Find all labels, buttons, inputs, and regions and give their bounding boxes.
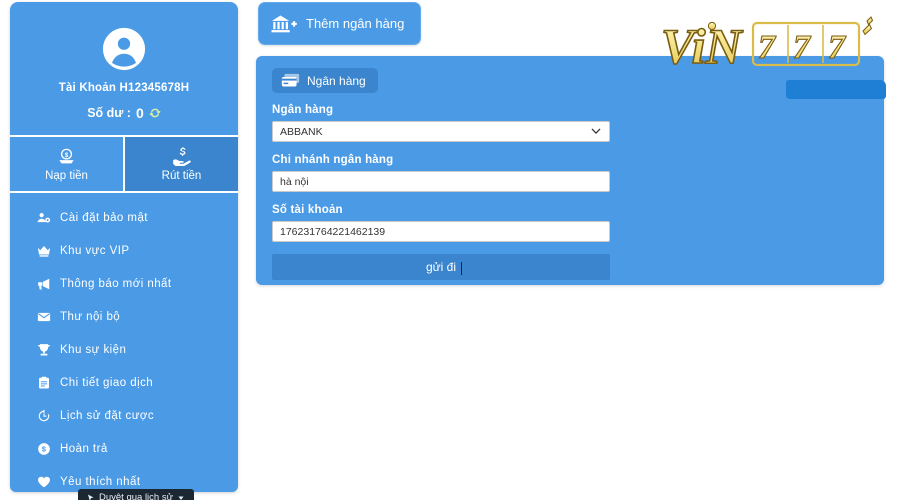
user-circle-icon (101, 26, 147, 72)
svg-text:7: 7 (758, 29, 777, 66)
refresh-icon[interactable] (149, 107, 161, 119)
redaction-smudge (786, 80, 886, 99)
branch-field-label: Chi nhánh ngân hàng (272, 154, 394, 166)
sidebar-item-bet-history[interactable]: Lịch sử đặt cược (10, 399, 238, 432)
account-number-input[interactable] (272, 221, 610, 242)
bank-select-wrap: ABBANK (272, 121, 868, 142)
sidebar-item-label: Khu vực VIP (60, 244, 130, 257)
sidebar-item-rebate[interactable]: $ Hoàn trả (10, 432, 238, 465)
bank-select[interactable]: ABBANK (272, 121, 610, 142)
account-name: Tài Khoản H12345678H (58, 82, 190, 94)
sidebar-item-transactions[interactable]: Chi tiết giao dịch (10, 366, 238, 399)
sidebar-item-favorites[interactable]: Yêu thích nhất (10, 465, 238, 492)
svg-text:7: 7 (793, 29, 812, 66)
megaphone-icon (36, 277, 51, 291)
sidebar-item-vip[interactable]: Khu vực VIP (10, 234, 238, 267)
sidebar-item-announcements[interactable]: Thông báo mới nhất (10, 267, 238, 300)
balance-row: Số dư : 0 (20, 105, 228, 121)
credit-card-icon (281, 73, 300, 88)
text-caret (461, 262, 462, 275)
sidebar-menu: Cài đặt bảo mật Khu vực VIP Thông báo mớ… (10, 193, 238, 492)
trophy-icon (36, 343, 51, 357)
sidebar-item-label: Chi tiết giao dịch (60, 376, 154, 389)
user-shield-icon (36, 211, 51, 225)
balance-value: 0 (135, 105, 144, 121)
history-tooltip-label: Duyệt qua lịch sử (99, 492, 173, 500)
balance-label: Số dư : (87, 106, 131, 120)
tab-deposit[interactable]: $ Nạp tiền (10, 137, 123, 191)
profile-section: Tài Khoản H12345678H Số dư : 0 (10, 2, 238, 135)
page-root: Tài Khoản H12345678H Số dư : 0 $ Nạp tiề… (0, 0, 900, 500)
envelope-icon (36, 310, 51, 324)
sidebar-item-inbox[interactable]: Thư nội bộ (10, 300, 238, 333)
wallet-tabs: $ Nạp tiền Rút tiền (10, 135, 238, 193)
history-tooltip: Duyệt qua lịch sử (78, 489, 194, 500)
svg-text:7: 7 (828, 29, 847, 66)
tab-withdraw[interactable]: Rút tiền (123, 137, 238, 191)
add-bank-label: Thêm ngân hàng (306, 16, 405, 31)
svg-text:$: $ (41, 444, 46, 453)
bank-badge-label: Ngân hàng (307, 73, 366, 88)
bank-field-label: Ngân hàng (272, 104, 334, 116)
crown-icon (36, 244, 51, 258)
add-bank-button[interactable]: Thêm ngân hàng (258, 2, 422, 45)
mouse-pointer-icon (87, 494, 95, 500)
sidebar-item-label: Hoàn trả (60, 442, 108, 455)
dollar-circle-icon: $ (36, 442, 51, 456)
sidebar: Tài Khoản H12345678H Số dư : 0 $ Nạp tiề… (10, 2, 238, 492)
bank-badge[interactable]: Ngân hàng (272, 68, 378, 93)
site-logo: ViN 7 7 7 (655, 5, 885, 77)
sidebar-item-label: Lịch sử đặt cược (60, 409, 155, 422)
tab-deposit-label: Nạp tiền (45, 169, 88, 182)
sidebar-item-label: Thông báo mới nhất (60, 277, 172, 290)
sidebar-item-events[interactable]: Khu sự kiện (10, 333, 238, 366)
branch-input[interactable] (272, 171, 610, 192)
sidebar-item-label: Thư nội bộ (60, 310, 121, 323)
bank-plus-icon (271, 13, 297, 35)
sidebar-item-label: Cài đặt bảo mật (60, 211, 148, 224)
tab-withdraw-label: Rút tiền (161, 169, 202, 182)
svg-text:ViN: ViN (661, 18, 743, 74)
withdraw-hand-icon (172, 146, 191, 166)
clipboard-icon (36, 376, 51, 390)
account-field-label: Số tài khoản (272, 204, 343, 216)
heart-icon (36, 475, 51, 489)
svg-text:$: $ (65, 151, 69, 158)
sidebar-item-label: Khu sự kiện (60, 343, 127, 356)
sidebar-item-security[interactable]: Cài đặt bảo mật (10, 201, 238, 234)
caret-icon (177, 494, 185, 500)
history-clock-icon (36, 409, 51, 423)
sidebar-item-label: Yêu thích nhất (60, 475, 141, 488)
deposit-coin-icon: $ (57, 147, 76, 166)
submit-button[interactable]: gửi đi (272, 254, 610, 280)
